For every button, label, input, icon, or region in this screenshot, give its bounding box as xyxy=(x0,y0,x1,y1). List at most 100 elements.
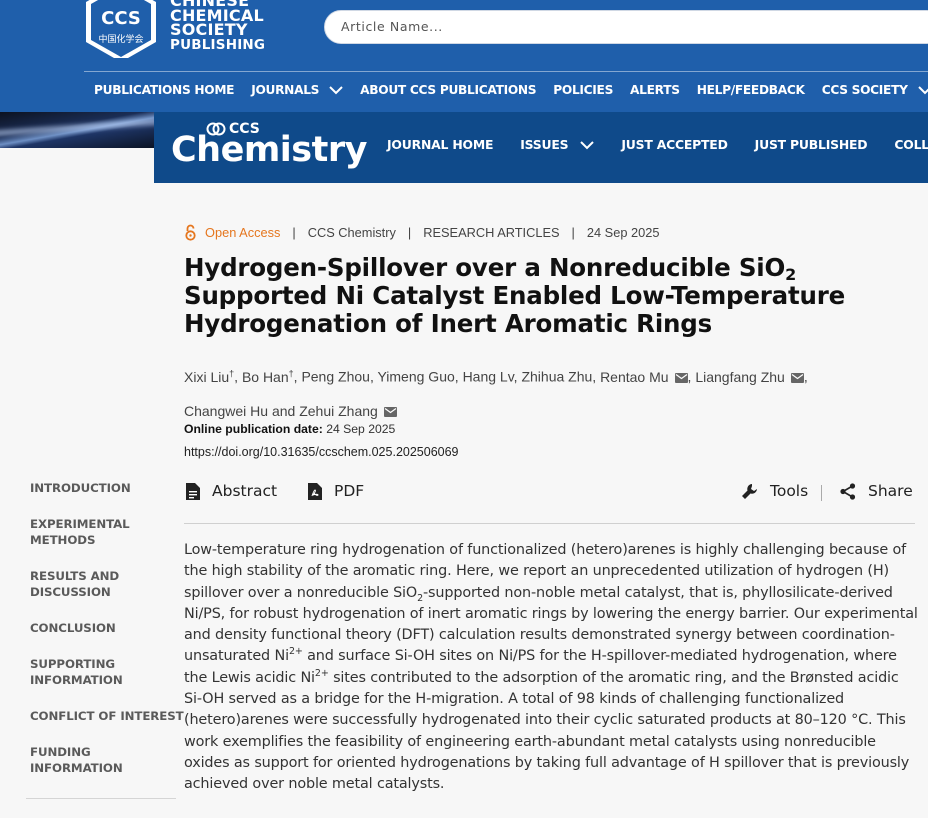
header-divider xyxy=(84,71,928,72)
author-name: Rentao Mu xyxy=(600,368,669,385)
mail-icon[interactable] xyxy=(383,406,397,417)
abstract-label: Abstract xyxy=(212,482,278,500)
nav-issues[interactable]: ISSUES xyxy=(520,137,595,152)
search-input[interactable] xyxy=(341,19,901,34)
publisher-name[interactable]: CHINESE CHEMICAL SOCIETY PUBLISHING xyxy=(170,0,265,52)
article-section[interactable]: RESEARCH ARTICLES xyxy=(423,225,559,240)
nav-label: HELP/FEEDBACK xyxy=(696,83,805,97)
author-link[interactable]: Zehui Zhang xyxy=(299,403,397,419)
nav-label: POLICIES xyxy=(553,83,614,97)
author-list: Xixi Liu†, Bo Han†, Peng Zhou, Yimeng Gu… xyxy=(184,368,808,419)
abstract-superscript: 2+ xyxy=(314,667,329,679)
nav-publications-home[interactable]: PUBLICATIONS HOME xyxy=(94,83,235,97)
sidebar-item-conclusion[interactable]: CONCLUSION xyxy=(30,620,116,636)
journal-name[interactable]: CCS Chemistry xyxy=(308,225,396,240)
author-link[interactable]: Peng Zhou xyxy=(301,369,370,385)
chevron-down-icon xyxy=(329,86,343,95)
mail-icon[interactable] xyxy=(674,372,688,383)
pdf-icon xyxy=(308,482,322,500)
nav-label: PUBLICATIONS HOME xyxy=(94,83,235,97)
sidebar-item-label: INTRODUCTION xyxy=(30,481,131,495)
sidebar-item-label: EXPERIMENTAL xyxy=(30,517,130,531)
abstract-text: Low-temperature ring hydrogenation of fu… xyxy=(184,540,919,796)
tools-label: Tools xyxy=(770,482,809,500)
article-date: 24 Sep 2025 xyxy=(586,225,660,240)
toolbar-separator xyxy=(821,485,822,501)
sidebar-item-introduction[interactable]: INTRODUCTION xyxy=(30,480,131,496)
journal-banner-image xyxy=(0,112,154,148)
article-title: Hydrogen-Spillover over a Nonreducible S… xyxy=(184,254,924,338)
sidebar-item-results-discussion[interactable]: RESULTS AND DISCUSSION xyxy=(30,568,119,600)
abstract-superscript: 2+ xyxy=(288,646,303,658)
nav-policies[interactable]: POLICIES xyxy=(553,83,613,97)
sidebar-item-label: METHODS xyxy=(30,533,96,547)
author-link[interactable]: Xixi Liu† xyxy=(184,368,235,385)
publisher-nav: PUBLICATIONS HOME JOURNALS ABOUT CCS PUB… xyxy=(94,83,928,97)
nav-journals[interactable]: JOURNALS xyxy=(251,83,343,97)
author-link[interactable]: Changwei Hu xyxy=(184,403,268,419)
nav-help-feedback[interactable]: HELP/FEEDBACK xyxy=(697,83,805,97)
sidebar-item-label: FUNDING xyxy=(30,745,91,759)
publisher-name-line: SOCIETY xyxy=(170,20,248,39)
mail-icon[interactable] xyxy=(790,372,804,383)
sidebar-item-label: INFORMATION xyxy=(30,761,123,775)
tools-button[interactable]: Tools xyxy=(741,482,808,500)
sidebar-item-label: DISCUSSION xyxy=(30,585,111,599)
search-box[interactable] xyxy=(324,10,928,44)
nav-journal-home[interactable]: JOURNAL HOME xyxy=(387,137,493,152)
author-link[interactable]: Bo Han† xyxy=(241,368,294,385)
author-link[interactable]: Hang Lv xyxy=(463,369,514,385)
share-icon xyxy=(840,482,856,500)
article-toolbar: Abstract PDF Tools Share xyxy=(184,480,915,506)
nav-label: JOURNALS xyxy=(251,83,320,97)
title-text: Hydrogen-Spillover over a Nonreducible S… xyxy=(184,253,786,282)
sidebar-item-supporting-information[interactable]: SUPPORTING INFORMATION xyxy=(30,656,123,688)
document-icon xyxy=(186,482,200,500)
nav-label: ABOUT CCS PUBLICATIONS xyxy=(360,83,537,97)
abstract-segment: sites contributed to the adsorption of t… xyxy=(184,669,910,793)
sidebar-item-label: SUPPORTING xyxy=(30,657,115,671)
author-link[interactable]: Liangfang Zhu xyxy=(695,369,804,385)
share-button[interactable]: Share xyxy=(840,482,913,500)
sidebar-item-funding-information[interactable]: FUNDING INFORMATION xyxy=(30,744,123,776)
article-meta: Open Access | CCS Chemistry | RESEARCH A… xyxy=(184,224,659,241)
journal-logo-word[interactable]: Chemistry xyxy=(171,128,367,172)
sidebar-item-conflict-of-interest[interactable]: CONFLICT OF INTEREST xyxy=(30,708,184,724)
pdf-button[interactable]: PDF xyxy=(308,482,364,500)
author-footnote: † xyxy=(288,368,294,378)
sidebar-item-label: RESULTS AND xyxy=(30,569,120,583)
nav-collections[interactable]: COLLEC xyxy=(894,137,928,152)
nav-alerts[interactable]: ALERTS xyxy=(630,83,680,97)
nav-label: ISSUES xyxy=(520,137,569,152)
nav-just-published[interactable]: JUST PUBLISHED xyxy=(755,137,868,152)
online-publication-date: Online publication date: 24 Sep 2025 xyxy=(184,422,395,436)
abstract-button[interactable]: Abstract xyxy=(186,482,277,500)
sidebar-divider xyxy=(26,798,176,799)
share-label: Share xyxy=(868,482,913,500)
nav-ccs-society[interactable]: CCS SOCIETY xyxy=(822,83,928,97)
author-footnote: † xyxy=(229,368,235,378)
sidebar-item-experimental-methods[interactable]: EXPERIMENTAL METHODS xyxy=(30,516,130,548)
author-name: Liangfang Zhu xyxy=(695,368,785,385)
meta-separator: | xyxy=(407,225,412,240)
wrench-icon xyxy=(742,483,757,499)
nav-label: CCS SOCIETY xyxy=(821,83,908,97)
online-date-label: Online publication date: xyxy=(184,422,323,436)
sidebar-item-label: CONCLUSION xyxy=(30,621,116,635)
nav-just-accepted[interactable]: JUST ACCEPTED xyxy=(621,137,727,152)
doi-link[interactable]: https://doi.org/10.31635/ccschem.025.202… xyxy=(184,445,459,459)
author-name: Zehui Zhang xyxy=(299,402,378,419)
ccs-logo-subtext: 中国化学会 xyxy=(98,33,143,45)
pdf-label: PDF xyxy=(334,482,365,500)
sidebar-item-label: INFORMATION xyxy=(30,673,123,687)
nav-label: JUST PUBLISHED xyxy=(754,137,868,152)
author-name: Xixi Liu xyxy=(184,368,230,385)
author-name: Bo Han xyxy=(241,368,289,385)
nav-label: ALERTS xyxy=(630,83,680,97)
author-link[interactable]: Zhihua Zhu xyxy=(521,369,592,385)
author-link[interactable]: Rentao Mu xyxy=(600,368,688,385)
author-link[interactable]: Yimeng Guo xyxy=(377,369,454,385)
nav-label: JOURNAL HOME xyxy=(387,137,494,152)
ccs-logo[interactable]: CCS 中国化学会 xyxy=(84,0,158,62)
nav-about-ccs-publications[interactable]: ABOUT CCS PUBLICATIONS xyxy=(360,83,536,97)
